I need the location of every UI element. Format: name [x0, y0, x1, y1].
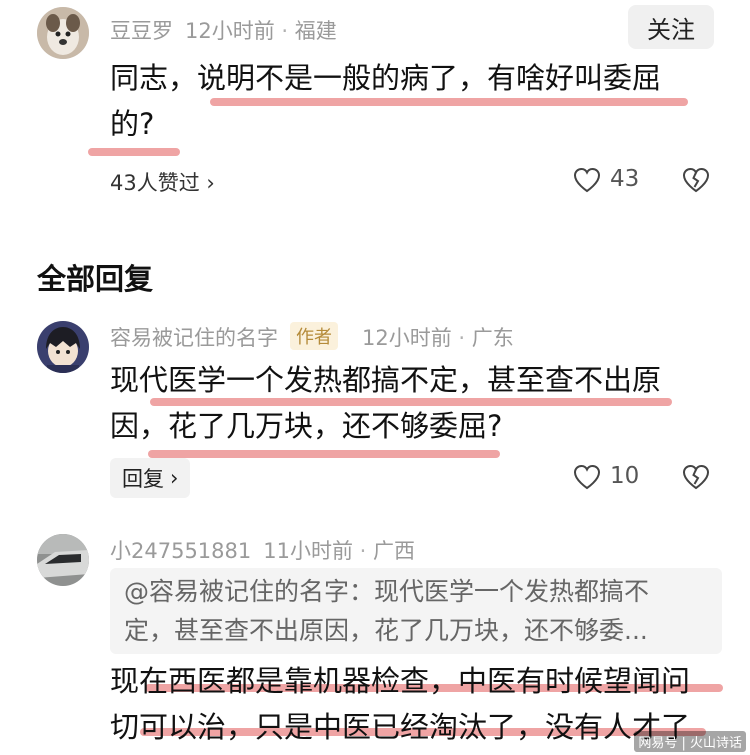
like-button[interactable]: 43: [573, 166, 643, 196]
username[interactable]: 豆豆罗: [110, 19, 173, 43]
timestamp: 12小时前: [362, 326, 452, 350]
location: 广东: [471, 326, 514, 350]
reply-content: 现在西医都是靠机器检查，中医有时候望闻问 切可以治，只是中医已经淘汰了，没有人才…: [110, 658, 690, 750]
dog-avatar-icon: [37, 7, 89, 59]
content-line: 因，花了几万块，还不够委屈?: [110, 409, 503, 443]
separator-dot: ·: [359, 539, 367, 563]
timestamp: 11小时前: [263, 539, 353, 563]
avatar-top-commenter[interactable]: [37, 7, 89, 59]
top-comment-content: 同志，说明不是一般的病了，有啥好叫委屈 的?: [110, 55, 661, 147]
quoted-comment-text: @容易被记住的名字：现代医学一个发热都搞不 定，甚至查不出原因，花了几万块，还不…: [124, 572, 649, 650]
top-comment-meta: 豆豆罗 12小时前 · 福建: [110, 15, 337, 45]
likes-summary-link[interactable]: 43人赞过 ›: [110, 167, 215, 197]
broken-heart-icon[interactable]: [682, 464, 710, 490]
highlight-underline: [148, 450, 500, 458]
location: 福建: [294, 19, 337, 43]
content-line: 现代医学一个发热都搞不定，甚至查不出原: [110, 363, 662, 397]
avatar-second-replier[interactable]: [37, 534, 89, 586]
content-line: 现在西医都是靠机器检查，中医有时候望闻问: [110, 664, 691, 698]
username[interactable]: 小247551881: [110, 539, 251, 563]
avatar-reply-author[interactable]: [37, 321, 89, 373]
section-title: 全部回复: [37, 262, 154, 296]
separator-dot: ·: [281, 19, 289, 43]
timestamp: 12小时前: [185, 19, 275, 43]
car-photo-avatar-icon: [37, 534, 89, 586]
author-badge: 作者: [290, 322, 338, 350]
separator-dot: ·: [458, 326, 466, 350]
reply-button-label: 回复: [122, 467, 164, 491]
reply-meta: 容易被记住的名字 作者 12小时前 · 广东: [110, 322, 514, 352]
likes-summary-text: 43人赞过: [110, 171, 200, 195]
content-line: 的?: [110, 107, 155, 141]
highlight-underline: [88, 148, 180, 156]
content-line: 切可以治，只是中医已经淘汰了，没有人才了: [110, 710, 691, 744]
quote-line: @容易被记住的名字：现代医学一个发热都搞不: [124, 577, 650, 606]
watermark: 网易号 | 火山诗话: [634, 731, 746, 752]
broken-heart-icon[interactable]: [682, 167, 710, 193]
content-line: 同志，说明不是一般的病了，有啥好叫委屈: [110, 61, 662, 95]
reply-content: 现代医学一个发热都搞不定，甚至查不出原 因，花了几万块，还不够委屈?: [110, 357, 661, 449]
like-count: 10: [610, 463, 640, 489]
anime-avatar-icon: [37, 321, 89, 373]
quote-line: 定，甚至查不出原因，花了几万块，还不够委...: [124, 616, 648, 645]
heart-icon: [573, 464, 601, 490]
username[interactable]: 容易被记住的名字: [110, 326, 278, 350]
quoted-comment[interactable]: @容易被记住的名字：现代医学一个发热都搞不 定，甚至查不出原因，花了几万块，还不…: [110, 568, 722, 654]
location: 广西: [373, 539, 416, 563]
reply-button[interactable]: 回复 ›: [110, 458, 191, 498]
like-count: 43: [610, 166, 640, 192]
reply-meta: 小247551881 11小时前 · 广西: [110, 535, 415, 565]
follow-button[interactable]: 关注: [628, 5, 714, 49]
heart-icon: [573, 167, 601, 193]
chevron-right-icon: ›: [206, 171, 215, 195]
chevron-right-icon: ›: [170, 466, 179, 490]
like-button[interactable]: 10: [573, 463, 643, 493]
